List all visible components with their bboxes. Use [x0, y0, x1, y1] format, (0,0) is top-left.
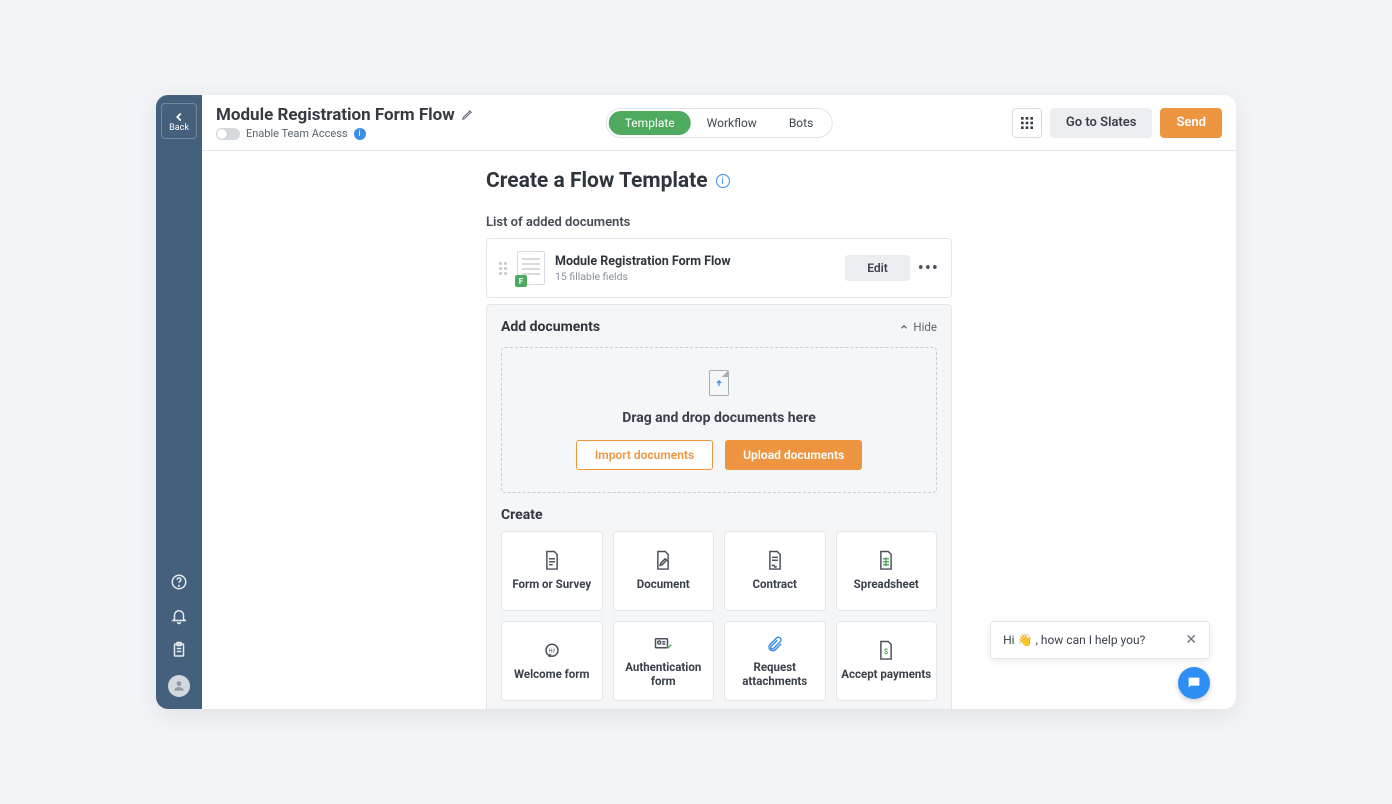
card-label: Authentication form: [618, 661, 710, 689]
center-column: Create a Flow Template i List of added d…: [486, 169, 952, 709]
svg-text:Hi!: Hi!: [549, 649, 555, 655]
file-lines-icon: [543, 550, 561, 572]
tab-group: Template Workflow Bots: [606, 108, 833, 138]
apps-button[interactable]: [1012, 108, 1042, 138]
card-label: Contract: [753, 578, 797, 592]
more-options-button[interactable]: •••: [918, 258, 939, 279]
tab-template[interactable]: Template: [609, 111, 691, 135]
upload-file-icon: [709, 370, 729, 396]
chevron-up-icon: [899, 322, 909, 332]
import-documents-button[interactable]: Import documents: [576, 440, 713, 470]
app-frame: Back Module Registration Form Flow Enabl…: [156, 95, 1236, 709]
form-badge-icon: F: [515, 275, 527, 287]
clipboard-icon[interactable]: [170, 641, 188, 659]
chat-prompt: Hi 👋 , how can I help you? ✕: [990, 621, 1210, 659]
card-form-or-survey[interactable]: Form or Survey: [501, 531, 603, 611]
back-button[interactable]: Back: [161, 103, 197, 139]
chat-text: Hi 👋 , how can I help you?: [1003, 633, 1145, 647]
sidebar: Back: [156, 95, 202, 709]
sidebar-bottom: [168, 573, 190, 697]
card-label: Accept payments: [841, 668, 931, 682]
file-pencil-icon: [654, 550, 672, 572]
dropzone-text: Drag and drop documents here: [622, 410, 816, 426]
card-spreadsheet[interactable]: Spreadsheet: [836, 531, 938, 611]
page-title: Module Registration Form Flow: [216, 105, 455, 125]
card-label: Form or Survey: [512, 578, 591, 592]
upload-documents-button[interactable]: Upload documents: [725, 440, 862, 470]
card-document[interactable]: Document: [613, 531, 715, 611]
chat-icon: [1186, 675, 1202, 691]
file-signature-icon: [766, 550, 784, 572]
edit-title-button[interactable]: [461, 106, 475, 125]
tab-workflow[interactable]: Workflow: [691, 111, 773, 135]
hide-label: Hide: [913, 320, 937, 334]
main-content: Module Registration Form Flow Enable Tea…: [202, 95, 1236, 709]
add-documents-title: Add documents: [501, 319, 600, 335]
card-contract[interactable]: Contract: [724, 531, 826, 611]
team-access-label: Enable Team Access: [246, 127, 348, 140]
edit-document-button[interactable]: Edit: [845, 255, 910, 281]
card-label: Request attachments: [729, 661, 821, 689]
card-label: Document: [637, 578, 690, 592]
page-heading: Create a Flow Template: [486, 169, 708, 193]
add-documents-section: Add documents Hide Drag and drop documen…: [486, 304, 952, 709]
card-label: Welcome form: [514, 668, 589, 682]
tab-bots[interactable]: Bots: [773, 111, 829, 135]
team-access-toggle[interactable]: [216, 128, 240, 140]
svg-text:$: $: [884, 647, 888, 656]
paperclip-icon: [766, 633, 784, 655]
card-accept-payments[interactable]: $ Accept payments: [836, 621, 938, 701]
card-welcome-form[interactable]: Hi! Welcome form: [501, 621, 603, 701]
card-label: Spreadsheet: [854, 578, 919, 592]
title-column: Module Registration Form Flow Enable Tea…: [216, 105, 475, 140]
back-label: Back: [169, 123, 189, 133]
user-icon: [172, 679, 186, 693]
apps-grid-icon: [1019, 115, 1035, 131]
help-icon[interactable]: [170, 573, 188, 591]
hide-section-button[interactable]: Hide: [899, 320, 937, 334]
dropzone[interactable]: Drag and drop documents here Import docu…: [501, 347, 937, 493]
top-actions: Go to Slates Send: [1012, 108, 1222, 138]
go-to-slates-button[interactable]: Go to Slates: [1050, 108, 1153, 138]
bell-icon[interactable]: [170, 607, 188, 625]
avatar[interactable]: [168, 675, 190, 697]
document-title: Module Registration Form Flow: [555, 254, 731, 269]
chevron-left-icon: [172, 110, 186, 124]
speech-bubble-icon: Hi!: [543, 640, 561, 662]
send-button[interactable]: Send: [1160, 108, 1222, 138]
document-thumbnail-icon: F: [517, 251, 545, 285]
create-grid: Form or Survey Document Contract Sp: [501, 531, 937, 701]
list-heading: List of added documents: [486, 215, 952, 230]
file-table-icon: [877, 550, 895, 572]
id-card-check-icon: [654, 633, 672, 655]
document-row: F Module Registration Form Flow 15 filla…: [486, 238, 952, 298]
info-icon[interactable]: i: [354, 128, 366, 140]
file-dollar-icon: $: [877, 640, 895, 662]
document-subtitle: 15 fillable fields: [555, 270, 731, 283]
chat-fab[interactable]: [1178, 667, 1210, 699]
drag-handle-icon[interactable]: [499, 262, 507, 275]
card-authentication-form[interactable]: Authentication form: [613, 621, 715, 701]
pencil-icon: [461, 107, 475, 121]
heading-info-icon[interactable]: i: [716, 174, 730, 188]
topbar: Module Registration Form Flow Enable Tea…: [202, 95, 1236, 151]
create-heading: Create: [501, 507, 937, 523]
close-chat-button[interactable]: ✕: [1185, 632, 1197, 648]
card-request-attachments[interactable]: Request attachments: [724, 621, 826, 701]
